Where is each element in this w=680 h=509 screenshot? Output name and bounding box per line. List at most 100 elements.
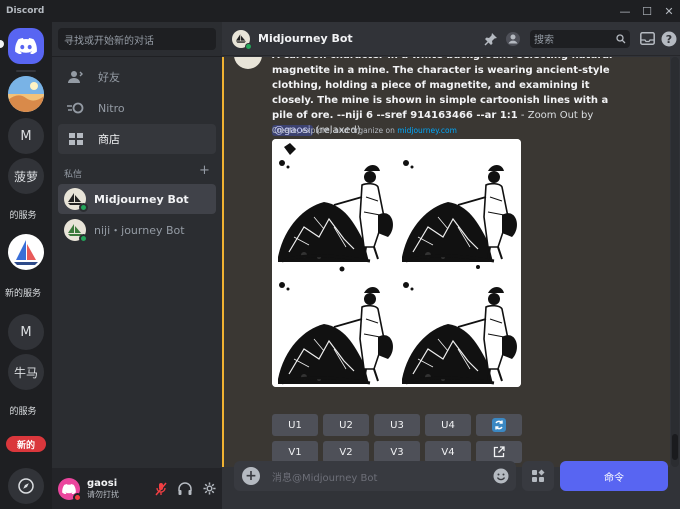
user-profile-button[interactable] — [502, 28, 524, 50]
server-landscape-avatar[interactable] — [8, 76, 44, 112]
dm-sidebar: 寻找或开始新的对话 好友 Nitro 商店 私信 + Midjourney Bo… — [52, 22, 222, 509]
selected-indicator — [0, 40, 4, 48]
dnd-status-dot — [73, 492, 82, 502]
sailboat-icon — [236, 34, 246, 43]
nav-nitro[interactable]: Nitro — [58, 93, 216, 123]
server-niuma[interactable]: 牛马 — [8, 354, 44, 390]
landscape-image-icon — [8, 76, 44, 112]
u1-button[interactable]: U1 — [272, 414, 318, 436]
dm-section-label: 私信 — [64, 170, 83, 180]
pinned-messages-button[interactable] — [480, 28, 502, 50]
v2-button[interactable]: V2 — [323, 441, 369, 463]
nitro-icon — [66, 98, 86, 118]
shop-icon — [66, 129, 86, 149]
server-truncated-1[interactable]: 的服务 — [0, 208, 46, 221]
nav-friends-label: 好友 — [98, 71, 120, 84]
dm-niji-journey-bot[interactable]: niji・journey Bot — [58, 215, 216, 245]
server-m-1[interactable]: M — [8, 118, 44, 154]
inbox-icon — [639, 32, 655, 45]
headphones-icon — [178, 482, 192, 495]
image-grid-illustration — [272, 139, 521, 387]
v4-button[interactable]: V4 — [425, 441, 471, 463]
username: gaosi — [87, 477, 118, 489]
app-title: Discord — [6, 6, 45, 16]
u2-button[interactable]: U2 — [323, 414, 369, 436]
deafen-button[interactable] — [173, 477, 197, 501]
midjourney-link[interactable]: midjourney.com — [397, 126, 457, 135]
web-link-button[interactable] — [476, 441, 522, 463]
message-zoom-label: - Zoom Out by — [517, 110, 594, 121]
server-sailboat-avatar[interactable] — [8, 234, 44, 270]
chat-header: Midjourney Bot 搜索 ? — [222, 22, 680, 56]
variation-button-row: V1 V2 V3 V4 — [272, 441, 522, 463]
generated-image-grid[interactable] — [272, 139, 521, 387]
explore-button[interactable] — [8, 468, 44, 504]
server-truncated-3[interactable]: 的服务 — [0, 404, 46, 417]
u3-button[interactable]: U3 — [374, 414, 420, 436]
search-input[interactable]: 搜索 — [530, 29, 630, 48]
server-truncated-2[interactable]: 新的服务 — [0, 286, 46, 299]
mention-bar — [222, 57, 224, 467]
nav-friends[interactable]: 好友 — [58, 62, 216, 92]
refresh-icon — [492, 418, 506, 432]
message-input[interactable]: 消息@Midjourney Bot — [272, 469, 490, 484]
dm-midjourney-bot[interactable]: Midjourney Bot — [58, 184, 216, 214]
u4-button[interactable]: U4 — [425, 414, 471, 436]
create-dm-button[interactable]: + — [199, 163, 210, 178]
upscale-button-row: U1 U2 U3 U4 — [272, 414, 522, 436]
user-info[interactable]: gaosi 请勿打扰 — [87, 478, 149, 500]
maximize-button[interactable]: ☐ — [636, 0, 658, 22]
dm-search-button[interactable]: 寻找或开始新的对话 — [58, 28, 216, 50]
title-bar: Discord — ☐ ✕ — [0, 0, 680, 22]
svg-text:?: ? — [666, 33, 672, 46]
chat-main: Midjourney Bot 搜索 ? A cartoon character … — [222, 22, 680, 509]
mute-button[interactable] — [149, 477, 173, 501]
scrollbar-thumb[interactable] — [672, 434, 678, 460]
user-avatar[interactable] — [58, 477, 82, 502]
command-button[interactable]: 命令 — [560, 461, 668, 491]
emoji-button[interactable] — [490, 465, 512, 487]
avatar — [64, 219, 88, 243]
profile-icon — [506, 31, 520, 46]
dm-label: niji・journey Bot — [94, 224, 185, 237]
server-separator — [16, 70, 36, 72]
attach-button[interactable]: + — [242, 467, 260, 485]
scrollbar-track[interactable] — [671, 57, 679, 467]
minimize-button[interactable]: — — [614, 0, 636, 22]
search-placeholder: 搜索 — [534, 35, 554, 46]
discord-home-button[interactable] — [8, 28, 44, 64]
compass-icon — [18, 478, 34, 494]
apps-button[interactable] — [522, 461, 554, 491]
online-status-dot — [79, 234, 88, 243]
help-icon: ? — [661, 31, 677, 46]
close-button[interactable]: ✕ — [658, 0, 680, 22]
server-boluo[interactable]: 菠萝 — [8, 158, 44, 194]
message-list[interactable]: A cartoon character in a white backgroun… — [222, 57, 680, 467]
user-status: 请勿打扰 — [87, 489, 119, 499]
mic-muted-icon — [155, 482, 167, 495]
nav-shop[interactable]: 商店 — [58, 124, 216, 154]
user-panel: gaosi 请勿打扰 — [52, 468, 222, 509]
help-button[interactable]: ? — [658, 28, 680, 50]
server-m-2[interactable]: M — [8, 314, 44, 350]
message-composer: + 消息@Midjourney Bot — [234, 461, 516, 491]
message-subtext: Create, explore, and organize on midjour… — [272, 126, 457, 135]
chat-title: Midjourney Bot — [258, 32, 353, 45]
search-icon — [616, 33, 626, 43]
v3-button[interactable]: V3 — [374, 441, 420, 463]
avatar — [64, 188, 88, 212]
sailboat-icon — [14, 240, 38, 265]
reroll-button[interactable] — [476, 414, 522, 436]
pin-icon — [484, 32, 497, 45]
v1-button[interactable]: V1 — [272, 441, 318, 463]
new-badge[interactable]: 新的 — [6, 436, 46, 452]
subtext-prefix: Create, explore, and organize on — [272, 126, 398, 135]
inbox-button[interactable] — [636, 28, 658, 50]
friends-icon — [66, 67, 86, 87]
online-status-dot — [79, 203, 88, 212]
user-settings-button[interactable] — [197, 477, 221, 501]
dm-label: Midjourney Bot — [94, 192, 189, 206]
discord-logo-icon — [62, 483, 76, 494]
gear-icon — [202, 482, 216, 495]
nav-nitro-label: Nitro — [98, 101, 125, 115]
